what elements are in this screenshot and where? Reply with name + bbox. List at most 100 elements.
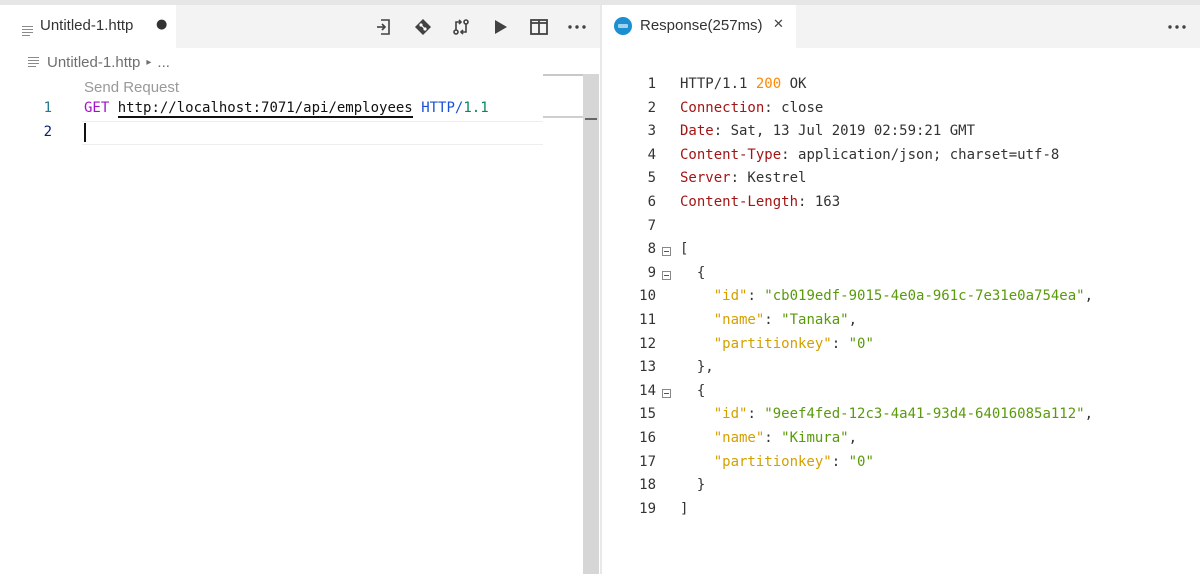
token-val: : — [831, 335, 849, 352]
tab-title: Untitled-1.http — [40, 17, 134, 34]
token-jstr: "9eef4fed-12c3-4a41-93d4-64016085a112" — [764, 406, 1085, 423]
response-line: 4 Content-Type: application/json; charset… — [602, 147, 1200, 171]
breadcrumb[interactable]: Untitled-1.http ▸ ... — [28, 52, 170, 72]
rest-client-logo-icon — [614, 17, 632, 39]
response-editor[interactable]: 1 HTTP/1.1 200 OK 2 Connection: close 3 Date:… — [602, 76, 1200, 574]
token-key: Server — [680, 170, 731, 187]
right-tab-bar: Response(257ms) ✕ — [602, 5, 1200, 48]
http-version: 1.1 — [463, 100, 489, 116]
response-text: Content-Length: 163 — [680, 194, 840, 210]
response-line: 18 } — [602, 477, 1200, 501]
request-line: GET http://localhost:7071/api/employees … — [84, 100, 489, 118]
response-text: { — [680, 265, 705, 281]
response-line: 8[ — [602, 241, 1200, 265]
line-number: 6 — [647, 194, 656, 210]
token-val — [680, 454, 714, 470]
file-lines-icon — [28, 54, 39, 71]
breadcrumb-file[interactable]: Untitled-1.http — [47, 54, 140, 71]
line-number: 1 — [647, 76, 656, 92]
token-val: : 163 — [798, 194, 841, 210]
run-icon[interactable] — [490, 17, 512, 37]
split-editor-icon[interactable] — [528, 17, 550, 37]
response-text: }, — [680, 359, 714, 375]
response-line: 6 Content-Length: 163 — [602, 194, 1200, 218]
response-text: Content-Type: application/json; charset=… — [680, 147, 1059, 163]
token-key: Content-Type — [680, 146, 782, 163]
response-line: 5 Server: Kestrel — [602, 170, 1200, 194]
token-val: : — [764, 312, 782, 328]
send-request-codelens[interactable]: Send Request — [84, 79, 179, 96]
response-text: "id": "cb019edf-9015-4e0a-961c-7e31e0a75… — [680, 288, 1093, 304]
line-number: 13 — [639, 359, 656, 376]
scrollbar-cursor-marker — [585, 118, 597, 120]
request-url: http://localhost:7071/api/employees — [117, 100, 413, 118]
response-text: "name": "Tanaka", — [680, 312, 857, 328]
token-val — [680, 336, 714, 352]
http-protocol: HTTP/ — [421, 100, 464, 116]
response-line: 14 { — [602, 383, 1200, 407]
token-val: : — [831, 453, 849, 470]
token-jstr: "Tanaka" — [781, 312, 849, 328]
token-val: , — [848, 430, 858, 446]
breadcrumb-more[interactable]: ... — [157, 54, 170, 71]
http-method: GET — [84, 100, 110, 116]
line-number: 4 — [647, 146, 656, 163]
response-text: ] — [680, 501, 688, 517]
left-tab-bar: Untitled-1.http ● — [0, 5, 600, 48]
git-diamond-icon[interactable] — [412, 17, 434, 37]
response-line: 9 { — [602, 265, 1200, 289]
line-number: 14 — [639, 382, 656, 399]
token-jstr: "0" — [848, 453, 874, 470]
token-val: : — [747, 406, 765, 423]
minimap[interactable] — [543, 74, 583, 574]
response-line: 17 "partitionkey": "0" — [602, 454, 1200, 478]
response-line: 16 "name": "Kimura", — [602, 430, 1200, 454]
line-number: 16 — [639, 430, 656, 446]
response-text: } — [680, 477, 705, 493]
fold-collapse-icon[interactable] — [662, 388, 671, 398]
line-number: 12 — [639, 335, 656, 352]
compare-changes-icon[interactable] — [450, 17, 472, 37]
more-actions-icon[interactable] — [1166, 17, 1188, 37]
line-number: 7 — [647, 217, 656, 234]
close-icon[interactable]: ✕ — [773, 17, 784, 32]
token-val: , — [848, 312, 858, 328]
line-number: 8 — [647, 241, 656, 258]
chevron-right-icon: ▸ — [146, 56, 152, 68]
token-val — [680, 312, 714, 328]
token-key: Date — [680, 123, 714, 140]
line-number: 15 — [639, 406, 656, 423]
response-text: HTTP/1.1 200 OK — [680, 76, 806, 92]
request-editor[interactable]: Send Request 1 GET http://localhost:7071… — [0, 76, 600, 574]
text-cursor — [84, 123, 86, 142]
token-val — [680, 288, 714, 304]
fold-collapse-icon[interactable] — [662, 247, 671, 257]
token-key: Connection — [680, 99, 765, 116]
token-jkey: "partitionkey" — [713, 453, 832, 470]
more-actions-icon[interactable] — [566, 17, 588, 37]
tab-untitled-http[interactable]: Untitled-1.http ● — [0, 5, 176, 48]
split-request-icon[interactable] — [372, 17, 394, 37]
token-val: : Sat, 13 Jul 2019 02:59:21 GMT — [713, 123, 976, 140]
response-line: 19] — [602, 501, 1200, 525]
token-val: , — [1084, 406, 1094, 423]
token-jkey: "name" — [713, 430, 765, 446]
response-line: 12 "partitionkey": "0" — [602, 336, 1200, 360]
vertical-scrollbar[interactable] — [583, 74, 599, 574]
tab-response[interactable]: Response(257ms) ✕ — [602, 5, 796, 48]
unsaved-dot-icon[interactable]: ● — [156, 17, 167, 32]
token-jstr: "0" — [848, 335, 874, 352]
response-line: 1 HTTP/1.1 200 OK — [602, 76, 1200, 100]
token-val: } — [680, 477, 706, 494]
token-jstr: "cb019edf-9015-4e0a-961c-7e31e0a754ea" — [764, 288, 1085, 305]
token-num: 200 — [755, 76, 782, 92]
tab-title: Response(257ms) — [640, 17, 763, 34]
line-number: 19 — [639, 500, 656, 517]
token-val: ] — [680, 500, 689, 517]
line-number: 1 — [43, 100, 52, 116]
line-number: 2 — [43, 124, 52, 140]
line-number: 17 — [639, 453, 656, 470]
response-text: "partitionkey": "0" — [680, 454, 874, 470]
response-line: 15 "id": "9eef4fed-12c3-4a41-93d4-640160… — [602, 406, 1200, 430]
fold-collapse-icon[interactable] — [662, 270, 671, 280]
